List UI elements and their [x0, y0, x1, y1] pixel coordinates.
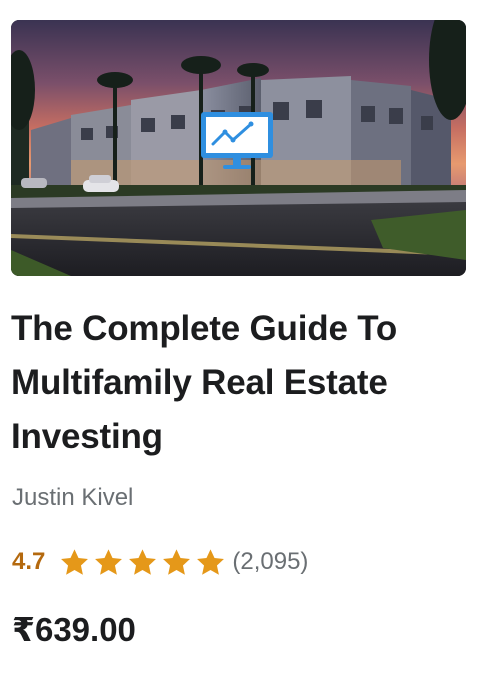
course-title[interactable]: The Complete Guide To Multifamily Real E…: [11, 302, 461, 464]
rating-count: (2,095): [232, 548, 309, 575]
rating-row: 4.7 (2,095): [12, 544, 308, 580]
star-icon: [163, 548, 191, 575]
star-rating: [59, 547, 226, 578]
course-card[interactable]: The Complete Guide To Multifamily Real E…: [0, 0, 480, 696]
course-thumbnail[interactable]: [11, 20, 466, 276]
star-icon: [95, 548, 123, 575]
rating-value: 4.7: [12, 548, 46, 575]
star-icon: [197, 548, 225, 575]
course-price: ₹639.00: [12, 611, 136, 648]
thumbnail-image: [11, 20, 466, 276]
star-icon: [61, 548, 89, 575]
star-icon: [129, 548, 157, 575]
instructor-name: Justin Kivel: [12, 484, 134, 511]
